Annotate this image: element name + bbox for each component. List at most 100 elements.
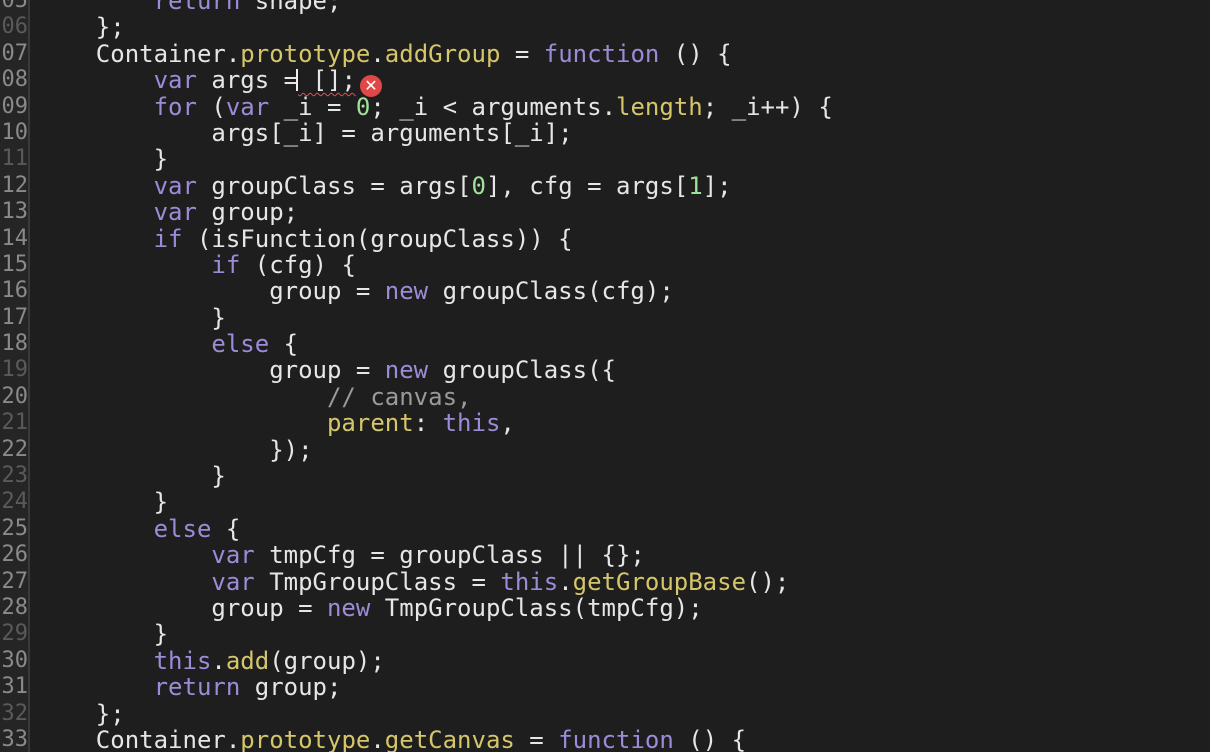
code-line[interactable]: if (isFunction(groupClass)) { [38, 224, 1198, 253]
code-token: }); [38, 435, 313, 464]
code-token: ], cfg = args[ [485, 171, 689, 200]
code-token: groupClass = args[ [196, 171, 472, 200]
code-token: prototype [240, 725, 371, 752]
code-area[interactable]: return shape; }; Container.prototype.add… [38, 0, 1198, 752]
code-line[interactable]: return shape; [38, 0, 1198, 14]
code-line[interactable]: // canvas, [38, 384, 1198, 410]
line-number: 24 [1, 489, 29, 515]
line-number: 29 [1, 621, 29, 647]
code-line[interactable]: args[_i] = arguments[_i]; [38, 120, 1198, 146]
code-line[interactable]: } [38, 146, 1198, 172]
code-line[interactable]: } [38, 463, 1198, 489]
code-token: tmpCfg = groupClass || {}; [254, 541, 645, 570]
code-token: } [38, 145, 169, 174]
code-token: } [38, 303, 226, 332]
code-token: else [153, 514, 212, 543]
code-token: new [326, 593, 371, 622]
code-token: this [500, 567, 559, 596]
line-number: 20 [1, 383, 29, 409]
code-line[interactable]: } [38, 303, 1198, 332]
code-token: 1 [688, 171, 703, 200]
code-line[interactable]: var args = []; ✕ [38, 66, 1198, 98]
code-token: args = [196, 66, 299, 95]
code-token: var [153, 198, 197, 227]
code-token: () { [673, 725, 747, 752]
code-token: getGroupBase [572, 567, 747, 596]
code-line[interactable]: else { [38, 516, 1198, 542]
code-token: args[_i] = arguments[_i]; [38, 118, 573, 147]
code-token: } [38, 488, 169, 517]
code-line[interactable]: parent: this, [38, 410, 1198, 436]
code-token: 0 [471, 171, 486, 200]
code-line[interactable]: group = new groupClass({ [38, 357, 1198, 383]
line-number: 08 [1, 67, 29, 93]
code-token: for [153, 92, 197, 121]
line-number: 16 [1, 278, 29, 304]
code-line[interactable]: for (var _i = 0; _i < arguments.length; … [38, 92, 1198, 121]
gutter-divider [28, 0, 30, 752]
code-editor[interactable]: 05 06 07 08 09 10 11 12 13 14 15 16 17 18 19 20 21 22 23 24… [0, 0, 1210, 752]
code-token: this [442, 409, 501, 438]
code-line[interactable]: Container.prototype.addGroup = function … [38, 41, 1198, 67]
code-token: group = [38, 277, 385, 306]
code-token: () { [659, 39, 732, 68]
code-token: (); [746, 567, 790, 596]
code-line[interactable]: group = new groupClass(cfg); [38, 278, 1198, 304]
code-token: }; [38, 13, 125, 42]
code-token: TmpGroupClass = [254, 567, 501, 596]
code-token: Container. [38, 39, 241, 68]
line-number: 13 [1, 199, 29, 225]
code-token: _i = [269, 92, 356, 121]
line-number: 10 [1, 119, 29, 145]
code-line[interactable]: Container.prototype.getCanvas = function… [38, 727, 1198, 752]
code-token: group = [38, 356, 385, 385]
code-line[interactable]: } [38, 489, 1198, 515]
code-token: group; [196, 198, 299, 227]
code-line[interactable]: var groupClass = args[0], cfg = args[1]; [38, 173, 1198, 199]
code-line[interactable]: }; [38, 700, 1198, 727]
code-line[interactable]: }; [38, 14, 1198, 40]
line-number: 07 [1, 40, 29, 66]
code-token: return [153, 0, 241, 15]
code-token: (isFunction(groupClass)) { [182, 224, 573, 253]
line-number: 31 [1, 674, 29, 700]
code-line[interactable]: var TmpGroupClass = this.getGroupBase(); [38, 567, 1198, 596]
code-token: var [225, 92, 270, 121]
code-token: (cfg) { [240, 250, 356, 279]
code-token: else [211, 330, 270, 359]
code-line[interactable]: }); [38, 435, 1198, 464]
code-token: . [370, 39, 385, 68]
code-line[interactable]: var group; [38, 199, 1198, 225]
code-token: shape; [240, 0, 342, 15]
code-token: parent [326, 409, 414, 438]
code-token: length [616, 92, 703, 121]
code-token: if [211, 250, 241, 279]
code-line[interactable]: group = new TmpGroupClass(tmpCfg); [38, 595, 1198, 621]
line-number: 17 [1, 304, 29, 330]
line-number: 25 [1, 515, 29, 541]
code-token: if [153, 224, 183, 253]
code-token: new [384, 277, 429, 306]
line-number-list: 05 06 07 08 09 10 11 12 13 14 15 16 17 18 19 20 21 22 23 24… [0, 0, 29, 752]
line-number: 15 [1, 251, 29, 277]
line-number: 09 [1, 93, 29, 119]
code-line[interactable]: this.add(group); [38, 648, 1198, 674]
code-token: groupClass(cfg); [428, 277, 674, 306]
code-token: . [370, 725, 385, 752]
line-number: 28 [1, 594, 29, 620]
code-token: getCanvas [384, 725, 515, 752]
code-line[interactable]: } [38, 621, 1198, 647]
code-line[interactable]: return group; [38, 674, 1198, 700]
code-line[interactable]: else { [38, 331, 1198, 357]
code-token: } [38, 620, 169, 649]
line-number-gutter: 05 06 07 08 09 10 11 12 13 14 15 16 17 18 19 20 21 22 23 24… [0, 0, 28, 752]
code-line[interactable]: var tmpCfg = groupClass || {}; [38, 542, 1198, 568]
code-token: Container. [38, 725, 241, 752]
code-token: addGroup [384, 39, 501, 68]
code-line[interactable]: if (cfg) { [38, 252, 1198, 278]
